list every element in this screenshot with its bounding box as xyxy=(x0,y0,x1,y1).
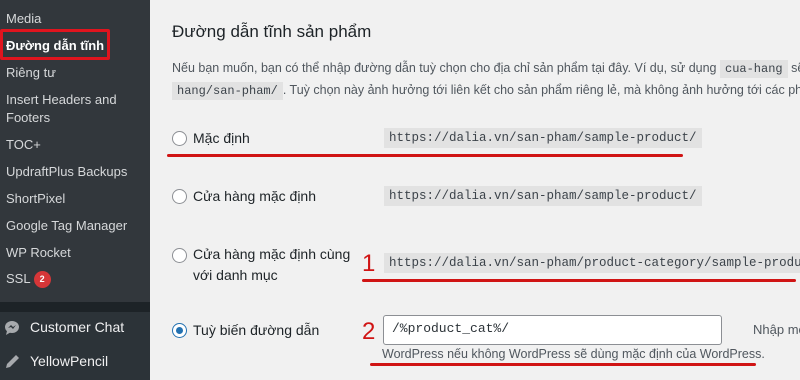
desc-text-2: sẽ xyxy=(791,61,800,75)
settings-submenu: Media Đường dẫn tĩnh Riêng tư Insert Hea… xyxy=(0,0,150,302)
option-shop-base-category-url: https://dalia.vn/san-pham/product-catego… xyxy=(384,253,800,273)
pencil-icon xyxy=(6,355,19,368)
description-line-1: Nếu bạn muốn, bạn có thể nhập đường dẫn … xyxy=(172,58,800,80)
description-line-2: hang/san-pham/. Tuỳ chọn này ảnh hưởng t… xyxy=(172,80,800,102)
option-label-line-1: Cửa hàng mặc định cùng xyxy=(193,246,351,262)
highlight-box xyxy=(0,29,110,60)
sidebar-item-wp-rocket[interactable]: WP Rocket xyxy=(6,244,71,261)
option-default-url: https://dalia.vn/san-pham/sample-product… xyxy=(384,128,702,148)
radio-custom-base[interactable] xyxy=(172,323,187,338)
sidebar-item-toc[interactable]: TOC+ xyxy=(6,136,41,153)
option-shop-base-category-label[interactable]: Cửa hàng mặc định cùng với danh mục xyxy=(193,244,350,286)
option-shop-base-url: https://dalia.vn/san-pham/sample-product… xyxy=(384,186,702,206)
sidebar-item-shortpixel[interactable]: ShortPixel xyxy=(6,190,65,207)
radio-shop-base[interactable] xyxy=(172,189,187,204)
sidebar-item-ssl-label: SSL xyxy=(6,271,31,286)
radio-shop-base-category[interactable] xyxy=(172,248,187,263)
admin-sidebar: Media Đường dẫn tĩnh Riêng tư Insert Hea… xyxy=(0,0,150,380)
annotation-number-1: 1 xyxy=(362,250,376,277)
desc-text-3: . Tuỳ chọn này ảnh hưởng tới liên kết ch… xyxy=(282,83,800,97)
sidebar-item-footers[interactable]: Footers xyxy=(6,109,50,126)
option-custom-base-label[interactable]: Tuỳ biến đường dẫn xyxy=(193,320,319,341)
option-label-line-2: với danh mục xyxy=(193,267,278,283)
custom-base-help: WordPress nếu không WordPress sẽ dùng mặ… xyxy=(382,347,765,361)
option-shop-base-label[interactable]: Cửa hàng mặc định xyxy=(193,186,316,207)
annotation-underline xyxy=(362,279,796,282)
option-default-label[interactable]: Mặc định xyxy=(193,128,250,149)
custom-base-input[interactable]: /%product_cat%/ xyxy=(383,315,722,345)
sidebar-item-updraftplus[interactable]: UpdraftPlus Backups xyxy=(6,163,127,180)
yellowpencil-label: YellowPencil xyxy=(30,353,109,369)
sidebar-item-ssl[interactable]: SSL 2 xyxy=(6,270,51,288)
chat-bubble-icon xyxy=(5,321,19,335)
customer-chat-label: Customer Chat xyxy=(30,319,125,335)
sidebar-item-yellowpencil[interactable]: YellowPencil xyxy=(0,345,150,379)
sidebar-item-privacy[interactable]: Riêng tư xyxy=(6,64,56,81)
section-title: Đường dẫn tĩnh sản phẩm xyxy=(172,22,372,41)
ssl-count-badge: 2 xyxy=(33,271,51,288)
sidebar-item-insert-headers[interactable]: Insert Headers and xyxy=(6,91,117,108)
desc-text-1: Nếu bạn muốn, bạn có thể nhập đường dẫn … xyxy=(172,61,717,75)
main-content: Đường dẫn tĩnh sản phẩm Nếu bạn muốn, bạ… xyxy=(150,0,800,380)
annotation-underline xyxy=(167,154,683,157)
annotation-number-2: 2 xyxy=(362,318,376,345)
annotation-underline xyxy=(370,363,756,366)
sidebar-item-media[interactable]: Media xyxy=(6,10,41,27)
radio-default[interactable] xyxy=(172,131,187,146)
desc-code-1: cua-hang xyxy=(720,60,788,78)
sidebar-item-customer-chat[interactable]: Customer Chat xyxy=(0,311,150,345)
custom-base-note: Nhập một m xyxy=(753,322,800,337)
sidebar-item-google-tag-manager[interactable]: Google Tag Manager xyxy=(6,217,127,234)
section-description: Nếu bạn muốn, bạn có thể nhập đường dẫn … xyxy=(172,58,800,102)
desc-code-2: hang/san-pham/ xyxy=(172,82,283,100)
